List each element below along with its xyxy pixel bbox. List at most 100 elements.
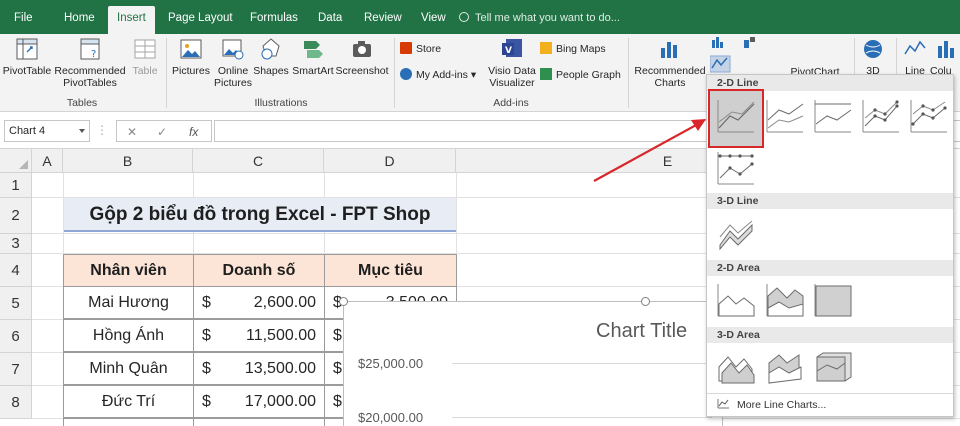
header-cell-target[interactable]: Mục tiêu <box>324 254 457 287</box>
section-2d-area: 2-D Area <box>707 260 953 276</box>
row-header-4[interactable]: 4 <box>0 254 32 287</box>
cancel-icon[interactable]: ✕ <box>127 125 137 139</box>
row-header-6[interactable]: 6 <box>0 320 32 353</box>
screenshot-button[interactable]: Screenshot <box>335 36 389 77</box>
stacked-line-with-markers-option[interactable] <box>909 98 949 134</box>
name-box-value: Chart 4 <box>9 125 46 137</box>
insert-function-icon[interactable]: fx <box>189 125 198 139</box>
tab-file[interactable]: File <box>14 0 33 34</box>
resize-handle[interactable] <box>339 297 348 306</box>
line-with-markers-option[interactable] <box>861 98 901 134</box>
lightbulb-icon <box>459 12 469 22</box>
pictures-button[interactable]: Pictures <box>170 36 212 77</box>
tell-me-box[interactable]: Tell me what you want to do... <box>459 0 620 34</box>
100-stacked-line-with-markers-option[interactable] <box>716 150 756 186</box>
globe-icon <box>864 40 882 58</box>
svg-text:?: ? <box>91 49 96 60</box>
tab-view[interactable]: View <box>421 0 446 34</box>
shapes-icon <box>261 38 280 60</box>
row-header-8[interactable]: 8 <box>0 386 32 419</box>
row-header-2[interactable]: 2 <box>0 198 32 234</box>
table-cell-sales[interactable] <box>193 418 325 426</box>
tab-review[interactable]: Review <box>364 0 402 34</box>
ribbon-tab-bar: File Home Insert Page Layout Formulas Da… <box>0 0 960 34</box>
store-label: Store <box>416 43 442 55</box>
visio-data-visualizer-button[interactable]: V Visio Data Visualizer <box>486 36 538 89</box>
bing-maps-button[interactable]: Bing Maps <box>540 42 606 56</box>
smartart-button[interactable]: SmartArt <box>290 36 336 77</box>
chart-type-buttons[interactable] <box>710 36 770 74</box>
table-cell-name[interactable]: Hồng Ánh <box>63 319 194 352</box>
table-cell-name[interactable]: Đức Trí <box>63 385 194 418</box>
table-button[interactable]: Table <box>128 36 162 77</box>
column-header-a[interactable]: A <box>32 149 63 173</box>
group-addins-label: Add-ins <box>493 97 529 109</box>
chart-title[interactable]: Chart Title <box>596 320 687 343</box>
bing-maps-icon <box>540 42 552 54</box>
line-chart-option[interactable] <box>716 98 756 134</box>
stacked-area-chart-option[interactable] <box>765 282 805 318</box>
chevron-down-icon <box>79 129 85 133</box>
online-pictures-button[interactable]: Online Pictures <box>213 36 253 89</box>
select-all-button[interactable] <box>0 149 32 173</box>
tab-home[interactable]: Home <box>64 0 95 34</box>
name-box[interactable]: Chart 4 <box>4 120 90 142</box>
enter-icon[interactable]: ✓ <box>157 125 167 139</box>
100-stacked-line-chart-option[interactable] <box>813 98 853 134</box>
100-stacked-area-chart-option[interactable] <box>813 282 853 318</box>
chart-object[interactable]: Chart Title $25,000.00 $20,000.00 <box>343 301 723 426</box>
column-header-d[interactable]: D <box>324 149 456 173</box>
people-graph-button[interactable]: People Graph <box>540 68 621 82</box>
chart-gridline <box>452 417 712 418</box>
table-cell-sales[interactable]: $13,500.00 <box>193 352 325 385</box>
table-cell-name[interactable]: Mai Hương <box>63 286 194 319</box>
3d-stacked-area-chart-option[interactable] <box>765 349 805 385</box>
group-illustrations-label: Illustrations <box>254 97 308 109</box>
row-header-3[interactable]: 3 <box>0 234 32 254</box>
3d-100-stacked-area-chart-option[interactable] <box>813 349 853 385</box>
table-cell-name[interactable]: Minh Quân <box>63 352 194 385</box>
3d-map-button[interactable]: 3D <box>858 36 888 77</box>
sparkline-line-button[interactable]: Line <box>900 36 930 77</box>
3d-area-chart-option[interactable] <box>716 349 756 385</box>
column-header-b[interactable]: B <box>63 149 193 173</box>
header-cell-employee[interactable]: Nhân viên <box>63 254 194 287</box>
pivottable-button[interactable]: PivotTable <box>2 36 52 77</box>
area-chart-option[interactable] <box>716 282 756 318</box>
more-line-charts-link[interactable]: More Line Charts... <box>717 399 826 411</box>
3d-line-chart-option[interactable] <box>716 215 756 251</box>
smartart-icon <box>304 41 323 58</box>
row-header-1[interactable]: 1 <box>0 173 32 198</box>
recommended-pivottables-label-2: PivotTables <box>63 77 117 89</box>
stacked-line-chart-option[interactable] <box>765 98 805 134</box>
tab-data[interactable]: Data <box>318 0 342 34</box>
store-button[interactable]: Store <box>400 42 441 56</box>
tab-formulas[interactable]: Formulas <box>250 0 298 34</box>
sparkline-column-button[interactable]: Colu <box>930 36 960 77</box>
resize-handle[interactable] <box>641 297 650 306</box>
tab-insert[interactable]: Insert <box>108 6 155 34</box>
online-pictures-label-2: Pictures <box>214 77 252 89</box>
header-cell-sales[interactable]: Doanh số <box>193 254 325 287</box>
row-header-7[interactable]: 7 <box>0 353 32 386</box>
sheet-title-cell[interactable]: Gộp 2 biểu đồ trong Excel - FPT Shop <box>64 198 456 232</box>
pictures-label: Pictures <box>172 65 210 77</box>
my-addins-button[interactable]: My Add-ins ▾ <box>400 68 476 82</box>
table-cell-sales[interactable]: $11,500.00 <box>193 319 325 352</box>
my-addins-label: My Add-ins <box>416 69 468 81</box>
screenshot-icon <box>353 41 371 57</box>
table-cell-sales[interactable]: $2,600.00 <box>193 286 325 319</box>
smartart-label: SmartArt <box>292 65 334 77</box>
table-cell-sales[interactable]: $17,000.00 <box>193 385 325 418</box>
row-header-5[interactable]: 5 <box>0 287 32 320</box>
tab-page-layout[interactable]: Page Layout <box>168 0 233 34</box>
shapes-button[interactable]: Shapes <box>252 36 290 77</box>
recommended-charts-label-1: Recommended <box>634 65 706 77</box>
recommended-charts-button[interactable]: Recommended Charts <box>632 36 708 89</box>
column-header-c[interactable]: C <box>193 149 324 173</box>
formula-buttons: ✕ ✓ fx <box>116 120 212 142</box>
sales-value: 11,500.00 <box>246 327 316 344</box>
screenshot-label: Screenshot <box>335 65 389 77</box>
recommended-pivottables-button[interactable]: ? Recommended PivotTables <box>53 36 127 89</box>
table-cell-name[interactable] <box>63 418 194 426</box>
